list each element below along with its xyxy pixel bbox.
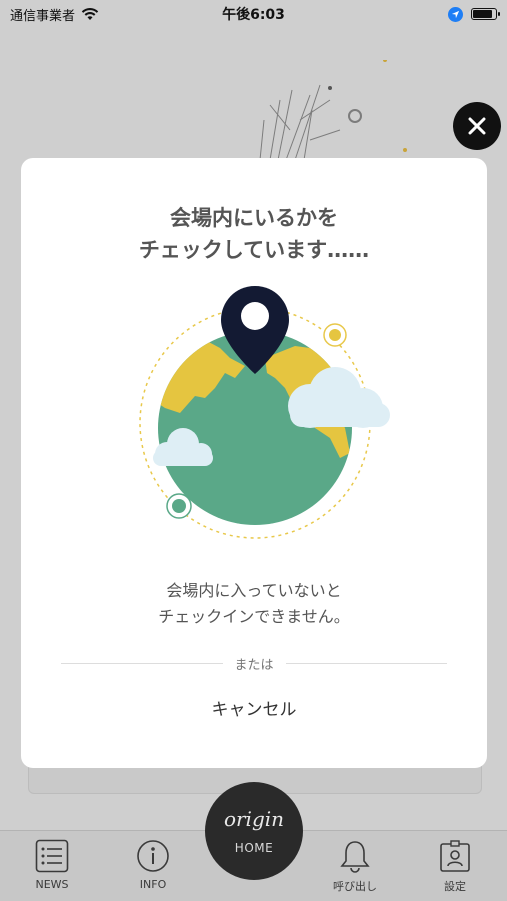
battery-icon	[471, 8, 500, 20]
wifi-icon	[81, 7, 99, 20]
location-arrow-icon	[448, 6, 463, 22]
modal-message-line2: チェックインできません。	[158, 607, 350, 626]
bell-icon	[340, 841, 370, 873]
divider-line-left	[61, 662, 223, 664]
tab-call[interactable]: 呼び出し	[315, 839, 395, 894]
tab-call-label: 呼び出し	[333, 880, 377, 893]
news-list-icon	[35, 839, 69, 873]
carrier-label: 通信事業者	[10, 8, 76, 24]
tab-settings-label: 設定	[444, 880, 466, 893]
divider-text: または	[234, 657, 274, 673]
modal-message-line1: 会場内に入っていないと	[166, 581, 342, 600]
status-bar: 通信事業者 午後6:03	[0, 0, 507, 28]
modal-message: 会場内に入っていないと チェックインできません。	[21, 578, 487, 630]
tab-news-label: NEWS	[35, 878, 69, 891]
or-divider: または	[61, 653, 448, 673]
globe-location-illustration	[139, 286, 390, 539]
tab-info[interactable]: INFO	[113, 839, 193, 891]
origin-logo: origin	[223, 807, 285, 831]
home-label: HOME	[234, 841, 274, 855]
close-icon	[468, 117, 486, 135]
close-button[interactable]	[453, 102, 501, 150]
id-badge-icon	[440, 840, 470, 872]
modal-title: 会場内にいるかを チェックしています……	[21, 202, 487, 266]
status-left: 通信事業者	[10, 5, 99, 24]
status-right	[448, 6, 500, 22]
info-icon	[137, 840, 169, 872]
tab-news[interactable]: NEWS	[12, 839, 92, 891]
checkin-modal: 会場内にいるかを チェックしています…… 会場内に入っていないと チェックインで…	[21, 158, 487, 768]
home-button[interactable]: origin HOME	[205, 782, 303, 880]
modal-title-line2: チェックしています……	[138, 238, 370, 262]
modal-title-line1: 会場内にいるかを	[170, 206, 338, 230]
tab-info-label: INFO	[139, 878, 167, 891]
cancel-button[interactable]: キャンセル	[154, 692, 354, 728]
tab-settings[interactable]: 設定	[415, 839, 495, 894]
divider-line-right	[285, 662, 448, 664]
